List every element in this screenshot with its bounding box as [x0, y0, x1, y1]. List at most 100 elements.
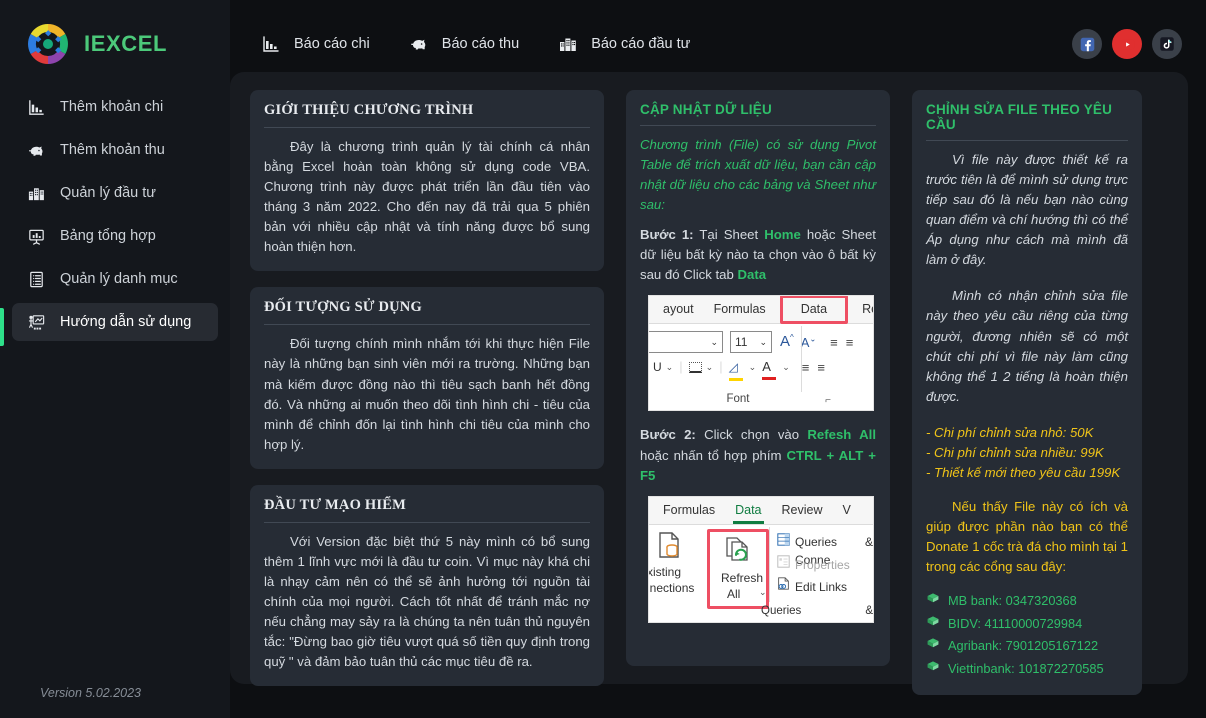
edit-paragraph-1: Vì file này được thiết kế ra trước tiên … — [926, 150, 1128, 270]
divider — [264, 324, 590, 326]
card-chinh-sua-file-theo-yeu-cau: CHỈNH SỬA FILE THEO YÊU CẦU Vì file này … — [912, 90, 1142, 695]
sidebar-item-huong-dan-su-dung[interactable]: Hướng dẫn sử dụng — [12, 303, 218, 341]
chevron-down-icon[interactable]: ⌄ — [759, 586, 767, 600]
ribbon-tab-formulas[interactable]: Formulas — [704, 300, 776, 319]
money-icon — [926, 659, 940, 678]
align-right-icon[interactable]: ≡ — [817, 358, 825, 378]
column-middle: CẬP NHẬT DỮ LIỆU Chương trình (File) có … — [626, 90, 890, 666]
tiktok-icon — [1160, 37, 1174, 51]
ribbon-tab-review[interactable]: Rev — [852, 300, 873, 319]
excel-ribbon-image-2: Formulas Data Review V xisting nnections… — [648, 495, 874, 623]
sidebar: IEXCEL Thêm khoản chi Thêm khoản thu Quả… — [0, 0, 230, 718]
card-title: CHỈNH SỬA FILE THEO YÊU CẦU — [926, 102, 1113, 132]
price-item: - Thiết kế mới theo yêu cầu 199K — [926, 464, 1121, 480]
refresh-all-icon[interactable] — [723, 535, 753, 570]
ribbon-tab-review[interactable]: Review — [772, 501, 833, 520]
brand[interactable]: IEXCEL — [24, 20, 167, 68]
font-name-combo[interactable]: ⌄ — [649, 331, 723, 354]
properties-icon — [777, 554, 790, 573]
font-group-label: Font — [726, 392, 750, 405]
sidebar-item-them-khoan-chi[interactable]: Thêm khoản chi — [12, 88, 218, 126]
facebook-icon — [1080, 37, 1094, 51]
ribbon-tab-data-highlighted[interactable]: Data — [779, 296, 849, 325]
buildings-icon — [557, 33, 579, 55]
step2-text-b: hoặc nhấn tổ hợp phím — [640, 447, 787, 463]
chevron-down-icon[interactable]: ⌄ — [782, 361, 790, 375]
font-size-value: 11 — [735, 335, 748, 350]
chevron-down-icon[interactable]: ⌄ — [706, 361, 714, 375]
column-right: CHỈNH SỬA FILE THEO YÊU CẦU Vì file này … — [912, 90, 1142, 695]
update-step-1: Bước 1: Tại Sheet Home hoặc Sheet dữ liệ… — [640, 225, 876, 285]
card-title: CẬP NHẬT DỮ LIỆU — [640, 102, 772, 117]
chevron-down-icon[interactable]: ⌄ — [666, 361, 674, 375]
main-panel: GIỚI THIỆU CHƯƠNG TRÌNH Đây là chương tr… — [230, 72, 1188, 695]
dialog-launcher-icon[interactable]: ⌐ — [825, 393, 831, 408]
ribbon-tab-data-active[interactable]: Data — [725, 501, 771, 524]
step2-keyword-refresh-all: Refesh All — [807, 427, 876, 443]
existing-connections-icon[interactable] — [655, 531, 685, 566]
ribbon-group-label: Font ⌐ — [649, 391, 873, 408]
sidebar-item-label: Hướng dẫn sử dụng — [60, 314, 192, 330]
bank-label: Viettinbank: 101872270585 — [948, 660, 1104, 676]
font-color-icon[interactable]: A — [762, 357, 777, 381]
topnav-item-label: Báo cáo thu — [441, 36, 520, 52]
align-top-icon[interactable]: ≡ — [830, 333, 838, 353]
ribbon-tab-page-layout[interactable]: ayout — [653, 300, 704, 319]
increase-font-icon[interactable]: A^ — [780, 331, 794, 354]
edit-paragraph-2: Mình có nhận chỉnh sửa file này theo yêu… — [926, 286, 1128, 406]
card-body-text: Đây là chương trình quản lý tài chính cá… — [264, 139, 590, 255]
align-middle-icon[interactable]: ≡ — [846, 333, 854, 353]
ribbon-tab-formulas[interactable]: Formulas — [653, 501, 725, 520]
edit-paragraph-2-text: Mình có nhận chỉnh sửa file này theo yêu… — [926, 288, 1128, 404]
bank-list: MB bank: 0347320368 BIDV: 41110000729984… — [926, 591, 1128, 678]
sidebar-item-label: Thêm khoản thu — [60, 142, 165, 158]
bank-item: BIDV: 41110000729984 — [926, 614, 1128, 633]
facebook-button[interactable] — [1072, 29, 1102, 59]
edit-links-label[interactable]: Edit Links — [795, 578, 847, 596]
bar-chart-down-icon — [26, 97, 46, 117]
card-body: Vì file này được thiết kế ra trước tiên … — [926, 150, 1128, 678]
divider — [640, 125, 876, 126]
card-title: GIỚI THIỆU CHƯƠNG TRÌNH — [264, 102, 474, 118]
column-left: GIỚI THIỆU CHƯƠNG TRÌNH Đây là chương tr… — [250, 90, 604, 687]
borders-icon[interactable] — [688, 361, 702, 373]
topnav-item-bao-cao-chi[interactable]: Báo cáo chi — [260, 33, 370, 55]
queries-group-label: Queries & Connections — [761, 604, 873, 617]
font-size-combo[interactable]: 11 ⌄ — [730, 331, 772, 354]
sidebar-item-them-khoan-thu[interactable]: Thêm khoản thu — [12, 131, 218, 169]
bank-item: Agribank: 7901205167122 — [926, 636, 1128, 655]
sidebar-nav: Thêm khoản chi Thêm khoản thu Quản lý đầ… — [12, 88, 218, 346]
divider — [926, 140, 1128, 141]
version-label: Version 5.02.2023 — [40, 686, 142, 700]
topnav-item-bao-cao-dau-tu[interactable]: Báo cáo đầu tư — [557, 33, 690, 55]
presentation-chart-icon — [26, 226, 46, 246]
sidebar-item-label: Quản lý đầu tư — [60, 185, 156, 201]
card-title: ĐỐI TƯỢNG SỬ DỤNG — [264, 299, 422, 316]
sidebar-item-quan-ly-dau-tu[interactable]: Quản lý đầu tư — [12, 174, 218, 212]
fill-color-icon[interactable]: ◿ — [728, 357, 743, 382]
topnav-item-bao-cao-thu[interactable]: Báo cáo thu — [408, 33, 519, 55]
app-root: IEXCEL Thêm khoản chi Thêm khoản thu Quả… — [0, 0, 1206, 718]
sidebar-item-quan-ly-danh-muc[interactable]: Quản lý danh mục — [12, 260, 218, 298]
money-icon — [926, 636, 940, 655]
youtube-icon — [1119, 39, 1135, 49]
card-body: Đây là chương trình quản lý tài chính cá… — [264, 137, 590, 257]
sidebar-item-label: Quản lý danh mục — [60, 271, 178, 287]
piggy-bank-icon — [408, 33, 430, 55]
step2-text-a: Click chọn vào — [695, 427, 808, 443]
chevron-down-icon[interactable]: ⌄ — [749, 361, 757, 375]
youtube-button[interactable] — [1112, 29, 1142, 59]
tiktok-button[interactable] — [1152, 29, 1182, 59]
bank-label: MB bank: 0347320368 — [948, 593, 1077, 609]
bank-item: Viettinbank: 101872270585 — [926, 659, 1128, 678]
ribbon-tab-row: Formulas Data Review V — [649, 497, 873, 524]
sidebar-item-bang-tong-hop[interactable]: Bảng tổng hợp — [12, 217, 218, 255]
ribbon-tab-view[interactable]: V — [833, 501, 861, 520]
align-left-icon[interactable]: ≡ — [802, 358, 810, 378]
decrease-font-icon[interactable]: A⌄ — [801, 333, 816, 353]
update-step-2: Bước 2: Click chọn vào Refesh All hoặc n… — [640, 425, 876, 485]
underline-icon[interactable]: U — [653, 358, 662, 376]
presenter-board-icon — [26, 312, 46, 332]
card-body-text: Với Version đặc biệt thứ 5 này mình có b… — [264, 533, 590, 670]
top-nav: Báo cáo chi Báo cáo thu Báo cáo đầu tư — [260, 33, 690, 55]
